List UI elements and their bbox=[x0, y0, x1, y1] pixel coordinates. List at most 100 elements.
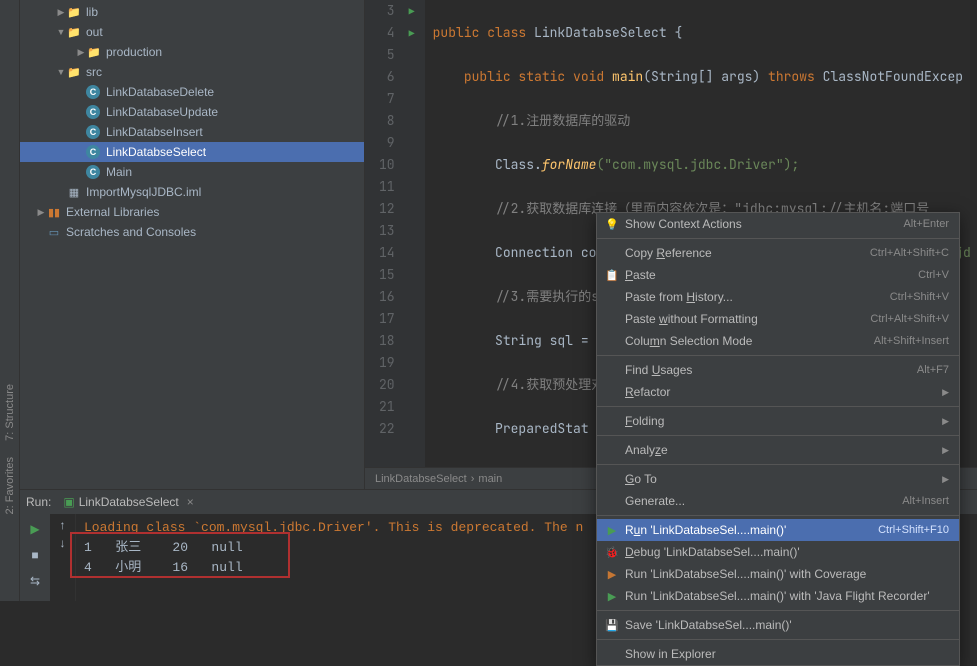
chevron-right-icon: ▶ bbox=[76, 47, 86, 58]
submenu-arrow-icon: ▶ bbox=[942, 387, 949, 398]
class-icon: C bbox=[86, 125, 100, 139]
close-icon[interactable]: × bbox=[187, 495, 194, 509]
menu-item[interactable]: Copy ReferenceCtrl+Alt+Shift+C bbox=[597, 242, 959, 264]
folder-icon: 📁 bbox=[66, 24, 82, 40]
tree-file[interactable]: C Main bbox=[20, 162, 364, 182]
menu-item[interactable]: ▶Run 'LinkDatabseSel....main()'Ctrl+Shif… bbox=[597, 519, 959, 541]
tree-folder-src[interactable]: ▼📁src bbox=[20, 62, 364, 82]
menu-item[interactable]: ▶ Run 'LinkDatabseSel....main()' with Cov… bbox=[597, 563, 959, 585]
tree-file-selected[interactable]: CLinkDatabseSelect bbox=[20, 142, 364, 162]
menu-item[interactable]: Analyze▶ bbox=[597, 439, 959, 461]
context-menu[interactable]: 💡Show Context ActionsAlt+Enter Copy Refer… bbox=[596, 212, 960, 666]
menu-item[interactable]: ▶Run 'LinkDatabseSel....main()' with 'Ja… bbox=[597, 585, 959, 607]
run-tab-label: LinkDatabseSelect bbox=[79, 495, 179, 509]
tree-label: out bbox=[86, 25, 103, 39]
debug-icon: 🐞 bbox=[603, 546, 621, 559]
scratch-icon: ▭ bbox=[46, 224, 62, 240]
menu-item[interactable]: Find UsagesAlt+F7 bbox=[597, 359, 959, 381]
menu-item[interactable]: Paste without FormattingCtrl+Alt+Shift+V bbox=[597, 308, 959, 330]
run-icon: ▶ bbox=[603, 524, 621, 537]
comment: //1.注册数据库的驱动 bbox=[495, 112, 630, 129]
rerun-button[interactable]: ▶ bbox=[24, 518, 46, 540]
run-marker-icon[interactable]: ▶ bbox=[405, 27, 415, 40]
up-button[interactable]: ↑ bbox=[60, 518, 66, 532]
tree-label: External Libraries bbox=[66, 205, 159, 219]
menu-item[interactable]: Column Selection ModeAlt+Shift+Insert bbox=[597, 330, 959, 352]
tree-file-iml[interactable]: ▦ImportMysqlJDBC.iml bbox=[20, 182, 364, 202]
breadcrumb-item[interactable]: main bbox=[478, 473, 502, 485]
class-icon: C bbox=[86, 105, 100, 119]
submenu-arrow-icon: ▶ bbox=[942, 416, 949, 427]
run-status-icon: ▣ bbox=[63, 495, 74, 509]
menu-item[interactable]: 💡Show Context ActionsAlt+Enter bbox=[597, 213, 959, 235]
breadcrumb-item[interactable]: LinkDatabseSelect bbox=[375, 473, 467, 485]
run-marker-icon[interactable]: ▶ bbox=[405, 5, 415, 18]
menu-item[interactable]: 📋PasteCtrl+V bbox=[597, 264, 959, 286]
class-icon: C bbox=[86, 145, 100, 159]
method-call: forName bbox=[542, 156, 597, 173]
tree-file[interactable]: C LinkDatabseInsert bbox=[20, 122, 364, 142]
down-button[interactable]: ↓ bbox=[60, 536, 66, 550]
menu-item[interactable]: Generate...Alt+Insert bbox=[597, 490, 959, 512]
menu-label: Debug 'LinkDatabseSel....main()' bbox=[625, 545, 949, 559]
class-icon: C bbox=[86, 165, 100, 179]
save-icon: 💾 bbox=[603, 619, 621, 632]
run-toolbar: ▶ ■ ⇆ bbox=[20, 514, 50, 601]
menu-label: Paste without Formatting bbox=[625, 312, 870, 326]
tree-label: LinkDatabseInsert bbox=[106, 125, 203, 139]
classname: LinkDatabseSelect bbox=[534, 24, 667, 41]
menu-item[interactable]: Go To▶ bbox=[597, 468, 959, 490]
menu-item[interactable]: Show in Explorer bbox=[597, 643, 959, 665]
menu-label: Analyze bbox=[625, 443, 942, 457]
tree-file[interactable]: C LinkDatabaseDelete bbox=[20, 82, 364, 102]
menu-label: Refactor bbox=[625, 385, 942, 399]
filter-button[interactable]: ⇆ bbox=[24, 570, 46, 592]
method: main bbox=[612, 68, 643, 85]
menu-label: Folding bbox=[625, 414, 942, 428]
tree-label: LinkDatabaseUpdate bbox=[106, 105, 218, 119]
menu-shortcut: Ctrl+Shift+F10 bbox=[878, 524, 949, 536]
menu-item[interactable]: 💾Save 'LinkDatabseSel....main()' bbox=[597, 614, 959, 636]
menu-label: Run 'LinkDatabseSel....main()' with Cove… bbox=[625, 567, 949, 581]
tree-file[interactable]: C LinkDatabaseUpdate bbox=[20, 102, 364, 122]
keyword: throws bbox=[768, 68, 823, 85]
chevron-right-icon: ▶ bbox=[56, 7, 66, 18]
line-gutter: 345678910111213141516171819202122 bbox=[365, 0, 405, 467]
tree-external-libs[interactable]: ▶▮▮External Libraries bbox=[20, 202, 364, 222]
tree-label: Main bbox=[106, 165, 132, 179]
tree-label: LinkDatabaseDelete bbox=[106, 85, 214, 99]
menu-label: Generate... bbox=[625, 494, 902, 508]
tree-folder-lib[interactable]: ▶📁 lib bbox=[20, 2, 364, 22]
library-icon: ▮▮ bbox=[46, 204, 62, 220]
tree-folder-out[interactable]: ▼📁 out bbox=[20, 22, 364, 42]
menu-shortcut: Ctrl+Shift+V bbox=[890, 291, 949, 303]
menu-label: Paste bbox=[625, 268, 918, 282]
menu-shortcut: Alt+F7 bbox=[917, 364, 949, 376]
submenu-arrow-icon: ▶ bbox=[942, 474, 949, 485]
tree-scratches[interactable]: ▭ Scratches and Consoles bbox=[20, 222, 364, 242]
project-tree[interactable]: ▶📁lib ▼📁out ▶📁production ▼📁src CLinkData… bbox=[20, 0, 365, 489]
tree-folder-production[interactable]: ▶📁production bbox=[20, 42, 364, 62]
string: ("com.mysql.jdbc.Driver"); bbox=[596, 156, 799, 173]
class-icon: C bbox=[86, 85, 100, 99]
stop-button[interactable]: ■ bbox=[24, 544, 46, 566]
menu-item[interactable]: Paste from History...Ctrl+Shift+V bbox=[597, 286, 959, 308]
structure-tool[interactable]: 7: Structure bbox=[4, 380, 16, 445]
chevron-down-icon: ▼ bbox=[56, 67, 66, 77]
menu-item[interactable]: Folding▶ bbox=[597, 410, 959, 432]
menu-item[interactable]: Refactor▶ bbox=[597, 381, 959, 403]
folder-icon: 📁 bbox=[66, 64, 82, 80]
menu-label: Go To bbox=[625, 472, 942, 486]
left-tool-strip: 7: Structure 2: Favorites bbox=[0, 0, 20, 601]
run-tab[interactable]: ▣ LinkDatabseSelect × bbox=[57, 493, 199, 511]
menu-shortcut: Alt+Enter bbox=[903, 218, 949, 230]
tree-label: production bbox=[106, 45, 162, 59]
run-label: Run: bbox=[26, 495, 51, 509]
tree-label: lib bbox=[86, 5, 98, 19]
tree-label: Scratches and Consoles bbox=[66, 225, 196, 239]
folder-icon: 📁 bbox=[66, 4, 82, 20]
menu-item[interactable]: 🐞 Debug 'LinkDatabseSel....main()' bbox=[597, 541, 959, 563]
favorites-tool[interactable]: 2: Favorites bbox=[4, 453, 16, 518]
run-icon: ▶ bbox=[603, 568, 621, 581]
chevron-down-icon: ▼ bbox=[56, 27, 66, 37]
